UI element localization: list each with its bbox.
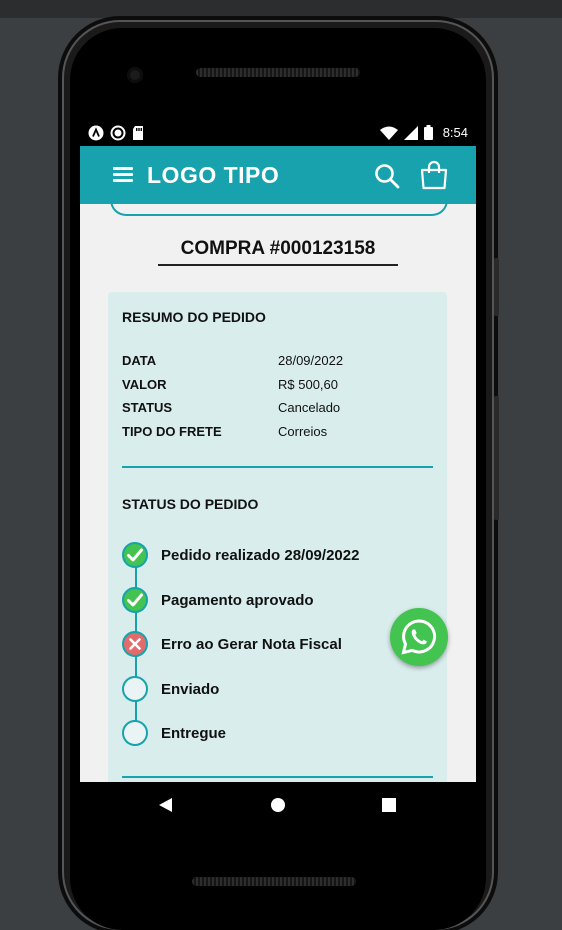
status-step: Pagamento aprovado	[122, 586, 314, 614]
search-icon[interactable]	[374, 163, 400, 189]
empty-circle-icon	[122, 676, 148, 702]
front-camera	[127, 67, 143, 83]
status-step: Entregue	[122, 719, 226, 747]
power-button	[494, 258, 499, 316]
status-step-label: Enviado	[161, 680, 220, 698]
summary-label-value: VALOR	[122, 377, 167, 392]
bottom-speaker	[192, 877, 356, 886]
order-title: COMPRA #000123158	[158, 238, 398, 266]
error-x-icon	[122, 631, 148, 657]
summary-label-status: STATUS	[122, 400, 173, 415]
volume-button	[494, 396, 499, 520]
order-summary-card: RESUMO DO PEDIDO DATA 28/09/2022 VALOR R…	[108, 292, 447, 782]
section-divider	[122, 776, 433, 778]
status-step-label: Pedido realizado 28/09/2022	[161, 546, 360, 564]
signal-icon	[403, 125, 418, 140]
check-icon	[122, 587, 148, 613]
wifi-icon	[379, 126, 398, 140]
shopping-bag-icon[interactable]	[419, 160, 449, 190]
back-icon[interactable]	[159, 798, 172, 812]
summary-heading: RESUMO DO PEDIDO	[122, 309, 266, 325]
summary-value-value: R$ 500,60	[278, 377, 338, 392]
earpiece-speaker	[196, 68, 360, 77]
section-divider	[122, 466, 433, 468]
status-bar: 8:54	[80, 122, 476, 146]
empty-circle-icon	[122, 720, 148, 746]
menu-icon[interactable]	[113, 167, 133, 183]
app-screen: LOGO TIPO COMPRA #000123158 RESUMO DO PE…	[80, 146, 476, 782]
window-top-bar	[0, 0, 562, 18]
summary-value-date: 28/09/2022	[278, 353, 344, 368]
status-step-label: Erro ao Gerar Nota Fiscal	[161, 635, 342, 653]
status-step-label: Entregue	[161, 724, 227, 742]
status-heading: STATUS DO PEDIDO	[122, 496, 259, 512]
app-logo[interactable]: LOGO TIPO	[147, 162, 279, 189]
status-step-label: Pagamento aprovado	[161, 591, 314, 609]
home-icon[interactable]	[271, 798, 285, 812]
circle-icon	[110, 125, 126, 141]
battery-icon	[423, 125, 433, 140]
sd-card-icon	[133, 126, 143, 140]
summary-value-status: Cancelado	[278, 400, 341, 415]
status-step: Enviado	[122, 675, 219, 703]
whatsapp-button[interactable]	[390, 608, 448, 666]
navigation-bar	[80, 782, 476, 830]
status-step: Erro ao Gerar Nota Fiscal	[122, 630, 342, 658]
summary-label-date: DATA	[122, 353, 157, 368]
a-icon	[88, 125, 104, 141]
summary-value-shipping: Correios	[278, 424, 328, 439]
check-icon	[122, 542, 148, 568]
status-step: Pedido realizado 28/09/2022	[122, 541, 359, 569]
recents-icon[interactable]	[382, 798, 396, 812]
whatsapp-icon	[401, 619, 437, 655]
previous-card-edge	[110, 188, 448, 216]
status-time: 8:54	[442, 125, 468, 140]
summary-label-shipping: TIPO DO FRETE	[122, 424, 222, 439]
